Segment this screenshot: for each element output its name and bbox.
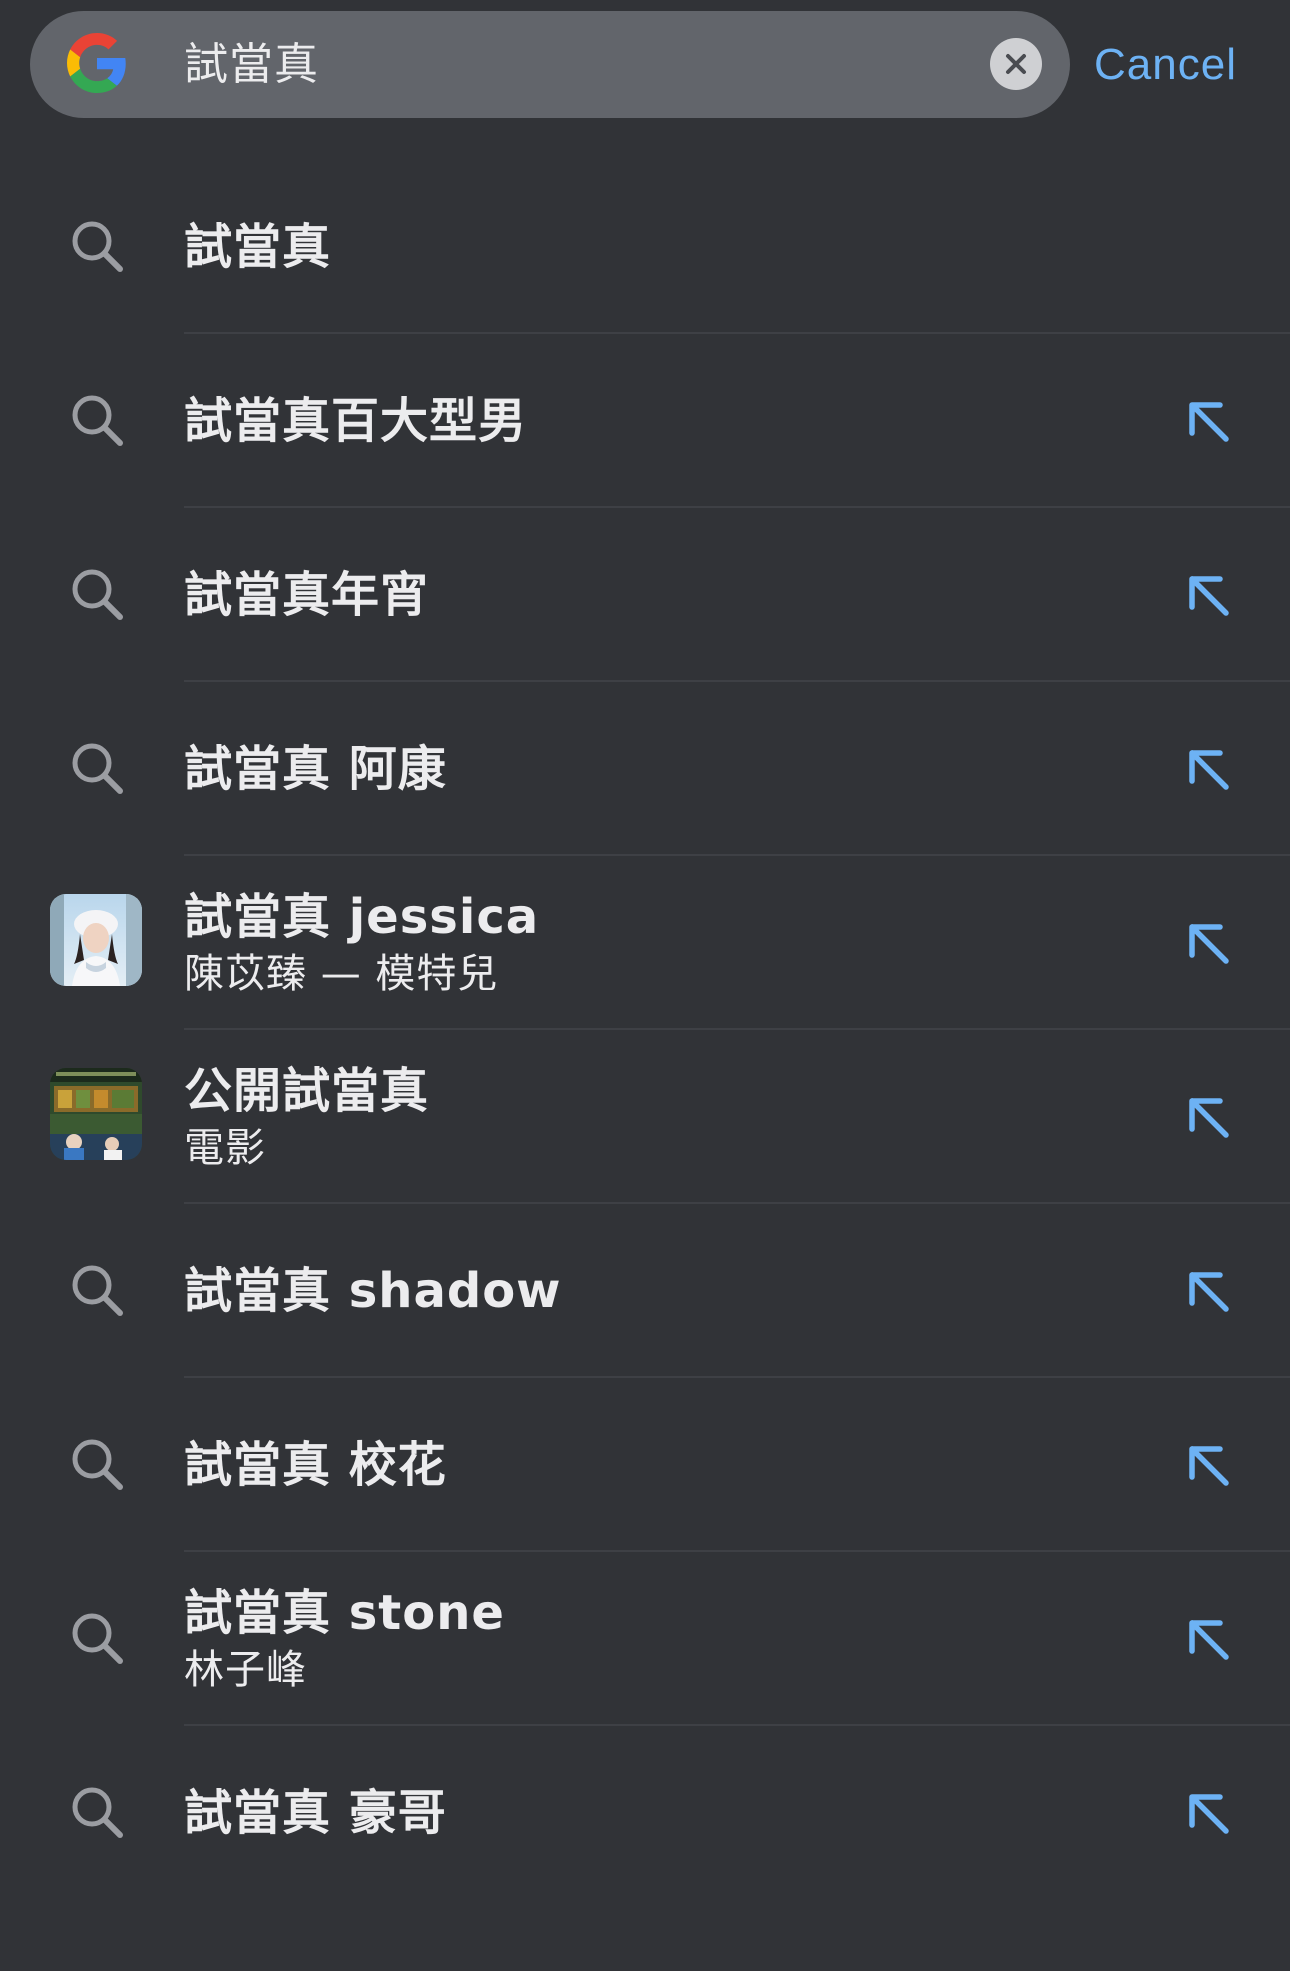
search-icon (72, 743, 123, 794)
search-header: 試當真 Cancel (0, 0, 1290, 150)
google-g-icon (67, 33, 126, 93)
fill-query-arrow-icon[interactable] (1178, 1783, 1238, 1843)
search-bar[interactable]: 試當真 (30, 11, 1070, 118)
suggestion-row[interactable]: 試當真 豪哥 (0, 1726, 1290, 1900)
suggestion-subtitle: 陳苡臻 — 模特兒 (184, 951, 499, 997)
fill-query-arrow-icon[interactable] (1178, 1609, 1238, 1669)
fill-query-arrow-icon[interactable] (1178, 565, 1238, 625)
suggestion-title: 試當真百大型男 (184, 393, 528, 449)
suggestion-row[interactable]: 試當真 校花 (0, 1378, 1290, 1552)
suggestion-subtitle: 電影 (184, 1125, 266, 1171)
suggestion-row[interactable]: 試當真百大型男 (0, 334, 1290, 508)
search-icon (72, 569, 123, 620)
suggestion-title: 試當真 豪哥 (184, 1785, 447, 1841)
fill-query-arrow-icon[interactable] (1178, 1435, 1238, 1495)
suggestion-row[interactable]: 試當真年宵 (0, 508, 1290, 682)
search-icon (72, 395, 123, 446)
person-thumbnail (50, 894, 142, 986)
suggestion-title: 試當真 stone (184, 1585, 505, 1641)
cancel-button[interactable]: Cancel (1094, 30, 1237, 100)
suggestion-row[interactable]: 試當真 shadow (0, 1204, 1290, 1378)
search-icon (72, 1439, 123, 1490)
suggestion-title: 試當真 校花 (184, 1437, 447, 1493)
search-input[interactable]: 試當真 (184, 11, 319, 118)
fill-query-arrow-icon[interactable] (1178, 739, 1238, 799)
fill-query-arrow-icon[interactable] (1178, 913, 1238, 973)
suggestion-list: 試當真 試當真百大型男 試當真年宵 試當真 阿康 試當真 jessica 陳苡臻… (0, 160, 1290, 1900)
suggestion-title: 試當真年宵 (184, 567, 430, 623)
search-icon (72, 1787, 123, 1838)
fill-query-arrow-icon[interactable] (1178, 1087, 1238, 1147)
suggestion-title: 公開試當真 (184, 1063, 430, 1119)
suggestion-row[interactable]: 試當真 (0, 160, 1290, 334)
suggestion-row[interactable]: 公開試當真 電影 (0, 1030, 1290, 1204)
suggestion-title: 試當真 阿康 (184, 741, 447, 797)
search-icon (72, 1613, 123, 1664)
clear-search-button[interactable] (990, 38, 1042, 90)
suggestion-row[interactable]: 試當真 阿康 (0, 682, 1290, 856)
search-icon (72, 1265, 123, 1316)
close-icon (1006, 54, 1026, 74)
fill-query-arrow-icon[interactable] (1178, 391, 1238, 451)
suggestion-row[interactable]: 試當真 jessica 陳苡臻 — 模特兒 (0, 856, 1290, 1030)
suggestion-row[interactable]: 試當真 stone 林子峰 (0, 1552, 1290, 1726)
fill-query-arrow-icon[interactable] (1178, 1261, 1238, 1321)
suggestion-subtitle: 林子峰 (184, 1647, 307, 1693)
suggestion-title: 試當真 shadow (184, 1263, 562, 1319)
suggestion-title: 試當真 jessica (184, 889, 540, 945)
search-icon (72, 221, 123, 272)
suggestion-title: 試當真 (184, 219, 332, 275)
movie-thumbnail (50, 1068, 142, 1160)
